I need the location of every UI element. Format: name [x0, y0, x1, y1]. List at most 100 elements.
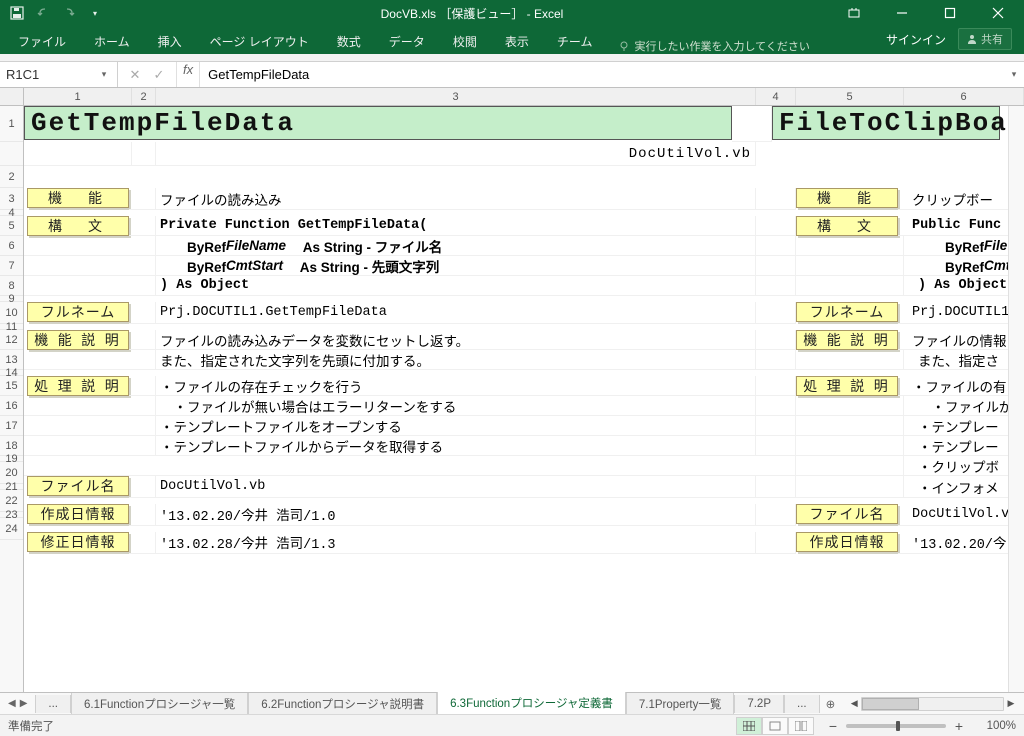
redo-icon[interactable]	[60, 4, 78, 22]
qat-dropdown-icon[interactable]: ▾	[86, 4, 104, 22]
tab-nav-next-icon[interactable]: ▶	[20, 698, 28, 709]
label-setsumei[interactable]: 機 能 説 明	[796, 330, 898, 350]
col-header[interactable]: 3	[156, 88, 756, 105]
zoom-percentage[interactable]: 100%	[972, 720, 1016, 732]
confirm-formula-icon[interactable]: ✓	[150, 67, 168, 83]
vertical-scrollbar[interactable]	[1008, 106, 1024, 692]
label-shori[interactable]: 処 理 説 明	[796, 376, 898, 396]
label-shori[interactable]: 処 理 説 明	[27, 376, 129, 396]
sheet-tab-active[interactable]: 6.3Functionプロシージャ定義書	[437, 692, 626, 716]
cell[interactable]: ファイルの情報	[898, 330, 1018, 350]
sheet-tab[interactable]: 6.1Functionプロシージャ一覧	[71, 693, 248, 715]
ribbon-tab-home[interactable]: ホーム	[80, 27, 144, 54]
cell[interactable]: また、指定された文字列を先頭に付加する。	[156, 350, 756, 370]
share-button[interactable]: 共有	[958, 28, 1012, 50]
zoom-slider[interactable]	[846, 724, 946, 728]
ribbon-tab-formulas[interactable]: 数式	[323, 27, 375, 54]
module-name[interactable]: DocUtilVol.vb	[156, 142, 756, 166]
title-gettempfiledata[interactable]: GetTempFileData	[24, 106, 732, 140]
maximize-button[interactable]	[928, 0, 972, 26]
zoom-out-button[interactable]: −	[826, 718, 840, 734]
signin-link[interactable]: サインイン	[886, 31, 946, 48]
col-header[interactable]: 1	[24, 88, 132, 105]
cell[interactable]: Public Func	[898, 216, 1018, 236]
cancel-formula-icon[interactable]: ✕	[126, 67, 144, 83]
label-fullname[interactable]: フルネーム	[796, 302, 898, 322]
label-kinou[interactable]: 機 能	[796, 188, 898, 208]
ribbon-tab-layout[interactable]: ページ レイアウト	[196, 27, 323, 54]
sheet-tab[interactable]: 6.2Functionプロシージャ説明書	[248, 693, 437, 715]
add-sheet-button[interactable]: ⊕	[820, 697, 842, 711]
row-header[interactable]: 5	[0, 216, 23, 236]
cell[interactable]: クリップボー	[898, 188, 1018, 210]
col-header[interactable]: 2	[132, 88, 156, 105]
ribbon-tab-insert[interactable]: 挿入	[144, 27, 196, 54]
cell[interactable]: ・テンプレー	[904, 436, 1024, 456]
undo-icon[interactable]	[34, 4, 52, 22]
row-header[interactable]: 24	[0, 518, 23, 540]
tell-me-search[interactable]: 実行したい作業を入力してください	[618, 38, 809, 54]
ribbon-tab-review[interactable]: 校閲	[439, 27, 491, 54]
label-modify[interactable]: 修正日情報	[27, 532, 129, 552]
cell[interactable]: Private Function GetTempFileData(	[156, 216, 756, 236]
label-file[interactable]: ファイル名	[27, 476, 129, 496]
title-filetoclipboard[interactable]: FileToClipBoar	[772, 106, 1000, 140]
select-all-corner[interactable]	[0, 88, 24, 105]
row-header[interactable]: 12	[0, 330, 23, 350]
row-header[interactable]: 1	[0, 106, 23, 142]
formula-expand-icon[interactable]: ▾	[1004, 62, 1024, 87]
cell[interactable]: ・テンプレー	[904, 416, 1024, 436]
view-page-layout-icon[interactable]	[762, 717, 788, 735]
cell[interactable]: ファイルの読み込みデータを変数にセットし返す。	[156, 330, 756, 350]
name-box[interactable]: R1C1	[6, 67, 97, 82]
col-header[interactable]: 5	[796, 88, 904, 105]
row-header[interactable]: 2	[0, 166, 23, 188]
col-header[interactable]: 6	[904, 88, 1024, 105]
cell[interactable]: ・テンプレートファイルからデータを取得する	[156, 436, 756, 456]
row-header[interactable]: 15	[0, 376, 23, 396]
ribbon-tab-team[interactable]: チーム	[543, 27, 607, 54]
label-fullname[interactable]: フルネーム	[27, 302, 129, 322]
cell[interactable]: ) As Object	[156, 276, 756, 296]
horizontal-scrollbar[interactable]	[861, 697, 1004, 711]
cell[interactable]: ・インフォメ	[904, 476, 1024, 498]
label-create[interactable]: 作成日情報	[27, 504, 129, 524]
formula-input[interactable]: GetTempFileData	[199, 62, 1004, 87]
hscroll-right-icon[interactable]: ▶	[1004, 698, 1018, 709]
cell[interactable]: ByRef File	[904, 236, 1024, 256]
ribbon-tab-view[interactable]: 表示	[491, 27, 543, 54]
cell[interactable]: '13.02.20/今	[898, 532, 1018, 554]
ribbon-tab-data[interactable]: データ	[375, 27, 439, 54]
label-koubun[interactable]: 構 文	[796, 216, 898, 236]
row-header[interactable]: 17	[0, 416, 23, 436]
label-setsumei[interactable]: 機 能 説 明	[27, 330, 129, 350]
view-normal-icon[interactable]	[736, 717, 762, 735]
cell[interactable]: DocUtilVol.vb	[156, 476, 756, 498]
cell[interactable]: '13.02.20/今井 浩司/1.0	[156, 504, 756, 526]
row-header[interactable]: 6	[0, 236, 23, 256]
tab-nav-prev-icon[interactable]: ◀	[8, 698, 16, 709]
label-koubun[interactable]: 構 文	[27, 216, 129, 236]
view-page-break-icon[interactable]	[788, 717, 814, 735]
cell[interactable]: ByRef FileName As String - ファイル名	[156, 236, 756, 256]
col-header[interactable]: 4	[756, 88, 796, 105]
sheet-tab-ellipsis[interactable]: ...	[784, 695, 820, 713]
ribbon-tab-file[interactable]: ファイル	[4, 27, 80, 54]
close-button[interactable]	[976, 0, 1020, 26]
cells-area[interactable]: GetTempFileData FileToClipBoar DocUtilVo…	[24, 106, 1024, 692]
cell[interactable]: Prj.DOCUTIL1.GetTempFileData	[156, 302, 756, 324]
name-box-dropdown-icon[interactable]: ▾	[97, 69, 111, 80]
cell[interactable]: ・ファイルの有	[898, 376, 1018, 396]
cell[interactable]: ・ファイルが	[904, 396, 1024, 416]
cell[interactable]: ファイルの読み込み	[156, 188, 756, 210]
cell[interactable]: ・ファイルの存在チェックを行う	[156, 376, 756, 396]
cell[interactable]: '13.02.28/今井 浩司/1.3	[156, 532, 756, 554]
cell[interactable]: ・テンプレートファイルをオープンする	[156, 416, 756, 436]
zoom-in-button[interactable]: +	[952, 718, 966, 734]
cell[interactable]: ・ファイルが無い場合はエラーリターンをする	[156, 396, 756, 416]
cell[interactable]: また、指定さ	[904, 350, 1024, 370]
minimize-button[interactable]	[880, 0, 924, 26]
sheet-tab[interactable]: 7.2P	[734, 695, 784, 713]
row-header[interactable]: 7	[0, 256, 23, 276]
cell[interactable]: Prj.DOCUTIL1.	[898, 302, 1018, 324]
